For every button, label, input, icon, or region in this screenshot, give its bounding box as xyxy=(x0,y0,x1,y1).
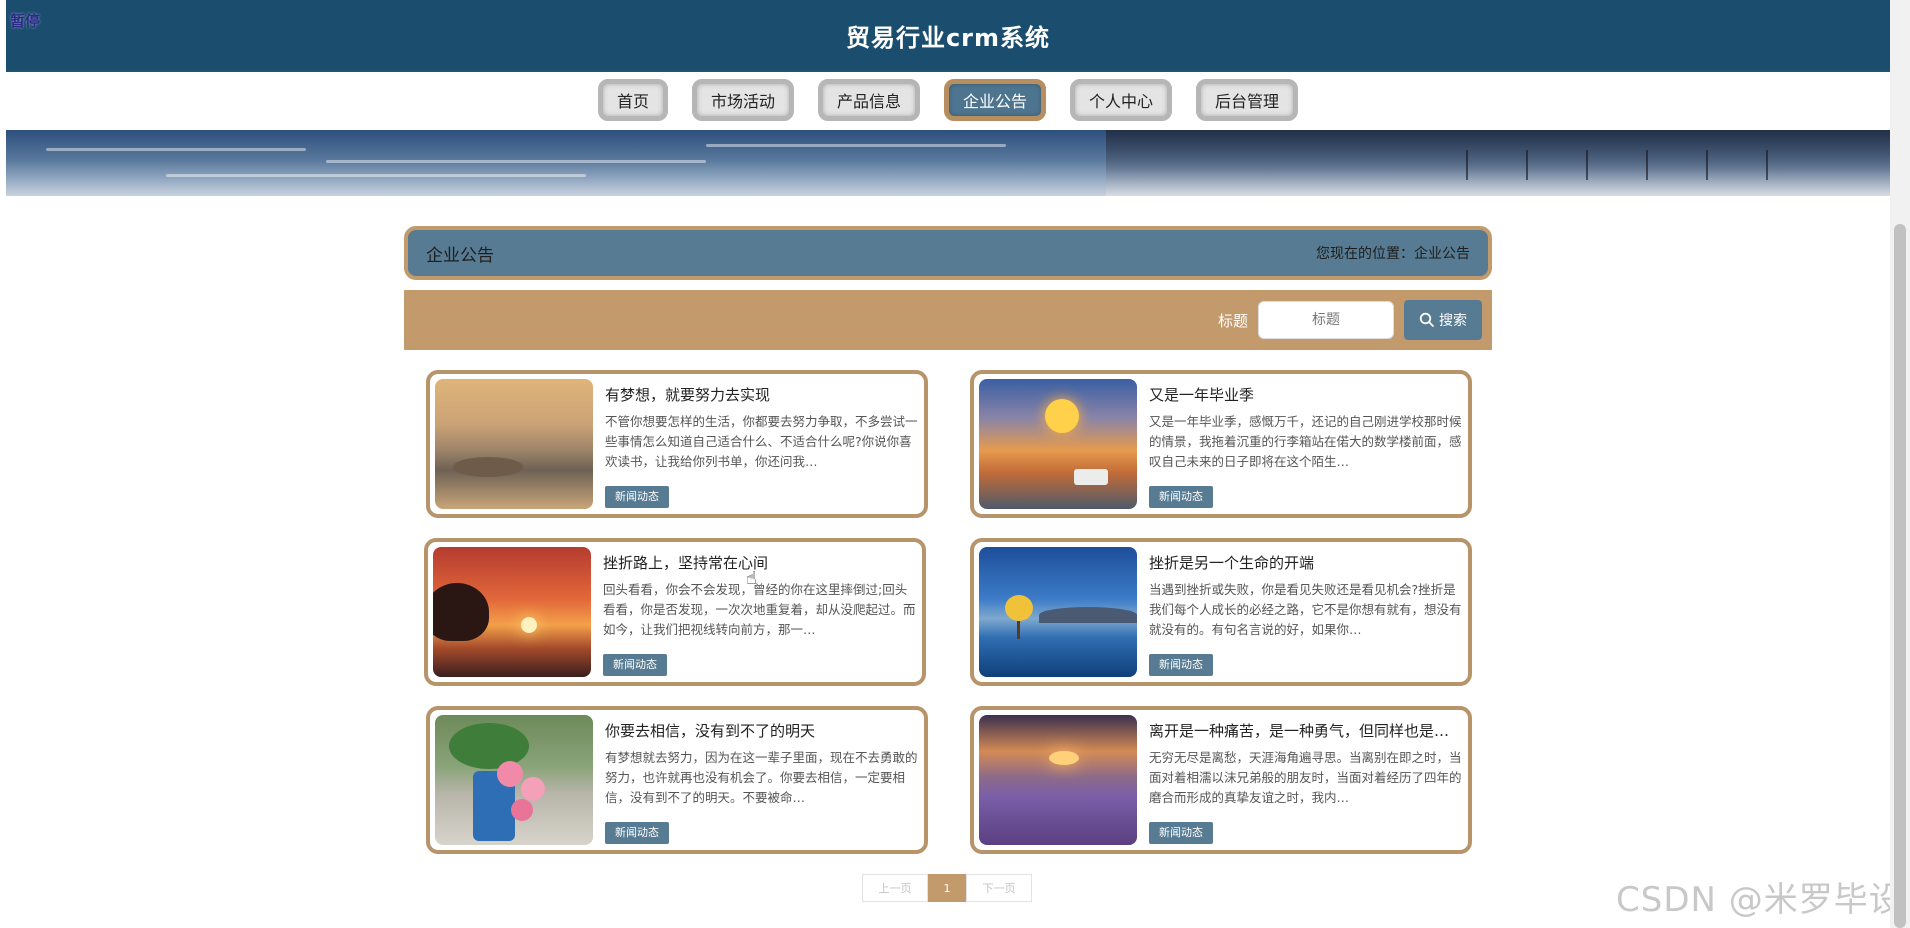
card-description: 有梦想就去努力，因为在这一辈子里面，现在不去勇敢的努力，也许就再也没有机会了。你… xyxy=(605,750,918,805)
card-category-tag[interactable]: 新闻动态 xyxy=(605,822,669,844)
site-title: 贸易行业crm系统 xyxy=(845,23,1051,52)
card-thumbnail xyxy=(979,547,1137,677)
card-thumbnail xyxy=(433,547,591,677)
card-category-tag[interactable]: 新闻动态 xyxy=(1149,654,1213,676)
current-page-button[interactable]: 1 xyxy=(928,874,966,902)
page-scrollbar[interactable] xyxy=(1890,0,1910,928)
banner-image xyxy=(6,130,1890,196)
pause-overlay-label[interactable]: 暂停 xyxy=(10,10,40,31)
card-title[interactable]: 又是一年毕业季 xyxy=(1149,384,1459,405)
announcement-card[interactable]: 挫折路上，坚持常在心间 回头看看，你会不会发现，曾经的你在这里摔倒过;回头看看，… xyxy=(424,538,926,686)
app-root: 贸易行业crm系统 暂停 首页 市场活动 产品信息 企业公告 个人中心 后台管理… xyxy=(0,0,1910,928)
announcement-card[interactable]: 挫折是另一个生命的开端 当遇到挫折或失败，你是看见失败还是看见机会?挫折是我们每… xyxy=(970,538,1472,686)
card-category-tag[interactable]: 新闻动态 xyxy=(605,486,669,508)
search-bar: 标题 搜索 xyxy=(404,290,1492,350)
nav-item-marketing[interactable]: 市场活动 xyxy=(691,79,794,121)
nav-item-products[interactable]: 产品信息 xyxy=(817,79,920,121)
prev-page-button[interactable]: 上一页 xyxy=(862,874,928,902)
watermark: CSDN @米罗毕设 xyxy=(1616,880,1904,920)
card-thumbnail xyxy=(435,715,593,845)
card-description: 无穷无尽是离愁，天涯海角遍寻思。当离别在即之时，当面对着相濡以沫兄弟般的朋友时，… xyxy=(1149,750,1462,805)
card-category-tag[interactable]: 新闻动态 xyxy=(1149,822,1213,844)
announcement-card[interactable]: 又是一年毕业季 又是一年毕业季，感慨万千，还记的自己刚进学校那时候的情景，我拖着… xyxy=(970,370,1472,518)
card-title[interactable]: 有梦想，就要努力去实现 xyxy=(605,384,915,405)
scrollbar-thumb[interactable] xyxy=(1894,224,1906,928)
announcement-card[interactable]: 有梦想，就要努力去实现 不管你想要怎样的生活，你都要去努力争取，不多尝试一些事情… xyxy=(426,370,928,518)
nav-item-home[interactable]: 首页 xyxy=(597,79,668,121)
main-nav: 首页 市场活动 产品信息 企业公告 个人中心 后台管理 xyxy=(6,72,1890,128)
card-description: 不管你想要怎样的生活，你都要去努力争取，不多尝试一些事情怎么知道自己适合什么、不… xyxy=(605,414,918,469)
next-page-button[interactable]: 下一页 xyxy=(966,874,1032,902)
announcement-card[interactable]: 你要去相信，没有到不了的明天 有梦想就去努力，因为在这一辈子里面，现在不去勇敢的… xyxy=(426,706,928,854)
card-description: 当遇到挫折或失败，你是看见失败还是看见机会?挫折是我们每个人成长的必经之路，它不… xyxy=(1149,582,1462,637)
search-input[interactable] xyxy=(1258,301,1394,339)
nav-item-admin[interactable]: 后台管理 xyxy=(1196,79,1299,121)
search-label: 标题 xyxy=(1217,311,1248,330)
hand-cursor-icon: ☝ xyxy=(746,568,757,589)
search-button-label: 搜索 xyxy=(1439,313,1467,329)
card-description: 又是一年毕业季，感慨万千，还记的自己刚进学校那时候的情景，我拖着沉重的行李箱站在… xyxy=(1149,414,1462,469)
search-icon xyxy=(1419,312,1435,328)
section-header: 企业公告 您现在的位置：企业公告 xyxy=(404,226,1492,280)
pagination: 上一页 1 下一页 xyxy=(862,874,1032,902)
card-title[interactable]: 挫折是另一个生命的开端 xyxy=(1149,552,1459,573)
card-title[interactable]: 离开是一种痛苦，是一种勇气，但同样也是一个考验 xyxy=(1149,720,1459,741)
card-title[interactable]: 挫折路上，坚持常在心间 xyxy=(603,552,913,573)
card-thumbnail xyxy=(435,379,593,509)
card-category-tag[interactable]: 新闻动态 xyxy=(603,654,667,676)
card-category-tag[interactable]: 新闻动态 xyxy=(1149,486,1213,508)
card-title[interactable]: 你要去相信，没有到不了的明天 xyxy=(605,720,915,741)
section-title: 企业公告 xyxy=(426,245,494,266)
card-thumbnail xyxy=(979,715,1137,845)
nav-item-announcements[interactable]: 企业公告 xyxy=(944,79,1047,121)
card-thumbnail xyxy=(979,379,1137,509)
card-description: 回头看看，你会不会发现，曾经的你在这里摔倒过;回头看看，你是否发现，一次次地重复… xyxy=(603,582,916,637)
search-button[interactable]: 搜索 xyxy=(1404,300,1482,340)
breadcrumb-location: 您现在的位置：企业公告 xyxy=(1316,246,1470,262)
site-header: 贸易行业crm系统 xyxy=(6,0,1890,72)
nav-item-profile[interactable]: 个人中心 xyxy=(1070,79,1173,121)
announcement-card[interactable]: 离开是一种痛苦，是一种勇气，但同样也是一个考验 无穷无尽是离愁，天涯海角遍寻思。… xyxy=(970,706,1472,854)
